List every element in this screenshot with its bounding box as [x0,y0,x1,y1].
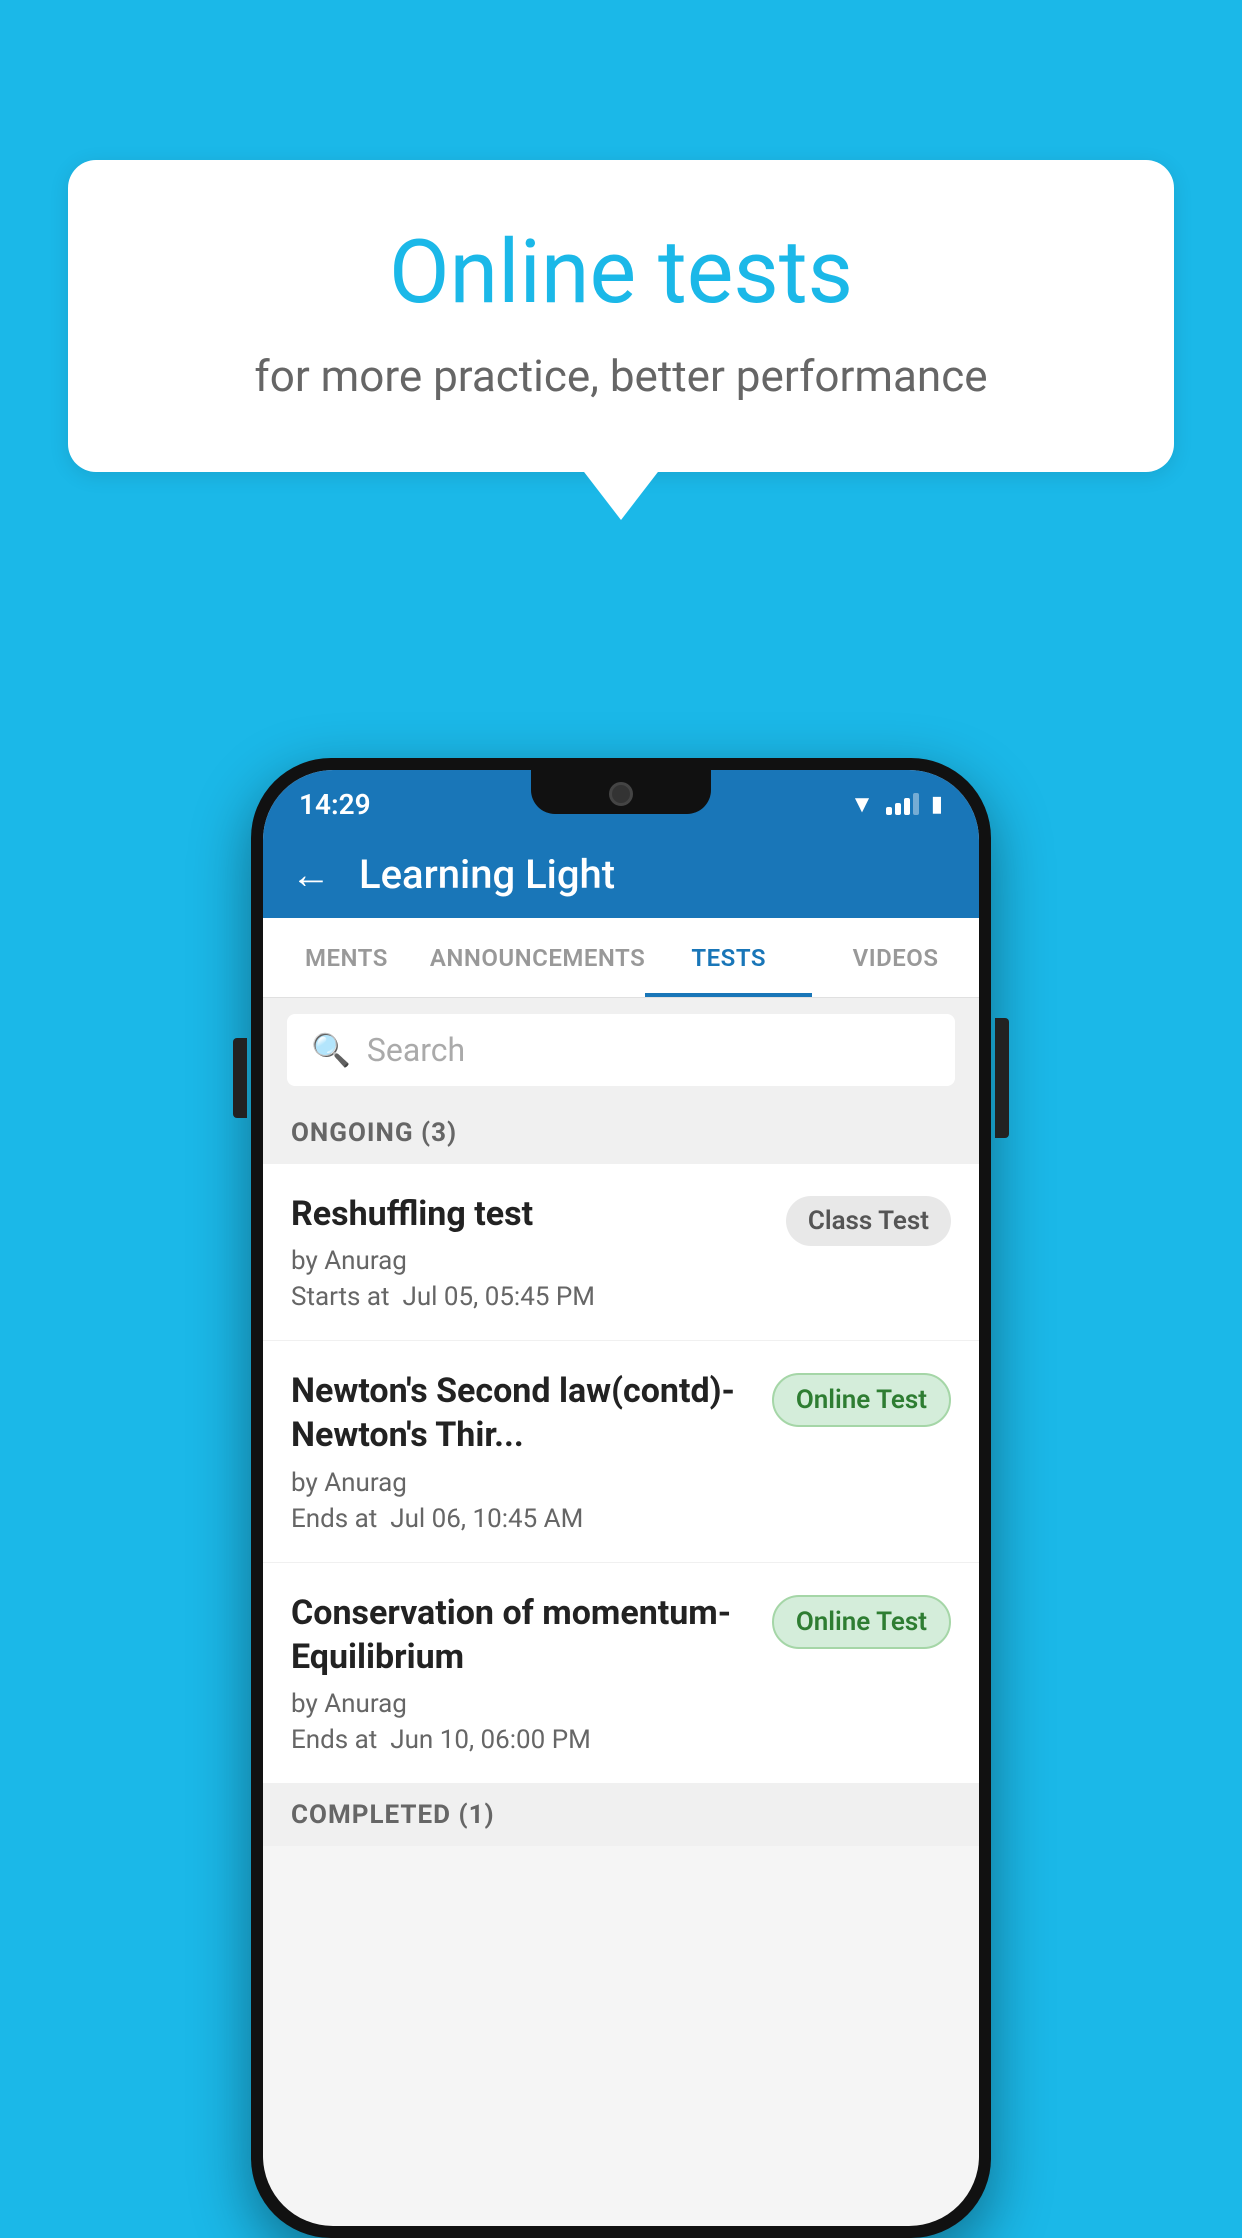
search-box[interactable]: 🔍 Search [287,1014,955,1086]
test-badge-conservation: Online Test [772,1595,951,1649]
signal-bar-1 [886,807,892,815]
test-item-conservation[interactable]: Conservation of momentum-Equilibrium by … [263,1563,979,1784]
test-name-newtons: Newton's Second law(contd)-Newton's Thir… [291,1369,752,1457]
phone-screen: 14:29 ▼ ▮ ← Learning Light MENTS [263,770,979,2226]
test-info-reshuffling: Reshuffling test by Anurag Starts at Jul… [291,1192,766,1312]
phone-notch [531,770,711,814]
app-title: Learning Light [359,851,615,898]
speech-bubble: Online tests for more practice, better p… [68,160,1174,472]
test-badge-newtons: Online Test [772,1373,951,1427]
signal-bar-2 [895,803,901,815]
speech-bubble-container: Online tests for more practice, better p… [68,160,1174,472]
search-input[interactable]: Search [367,1031,465,1069]
phone-frame: 14:29 ▼ ▮ ← Learning Light MENTS [251,758,991,2238]
tab-tests[interactable]: TESTS [645,918,812,997]
status-icons: ▼ ▮ [850,790,943,819]
test-time-reshuffling: Starts at Jul 05, 05:45 PM [291,1282,766,1312]
test-time-conservation: Ends at Jun 10, 06:00 PM [291,1725,752,1755]
test-name-reshuffling: Reshuffling test [291,1192,766,1236]
phone-camera [609,782,633,806]
search-icon: 🔍 [311,1031,351,1069]
speech-bubble-title: Online tests [148,220,1094,326]
phone-side-button-right [995,1018,1009,1138]
signal-bar-3 [904,798,910,815]
tab-ments[interactable]: MENTS [263,918,430,997]
app-bar: ← Learning Light [263,830,979,918]
tab-videos[interactable]: VIDEOS [812,918,979,997]
test-author-reshuffling: by Anurag [291,1246,766,1276]
test-info-newtons: Newton's Second law(contd)-Newton's Thir… [291,1369,752,1533]
test-author-newtons: by Anurag [291,1468,752,1498]
test-time-newtons: Ends at Jul 06, 10:45 AM [291,1504,752,1534]
test-badge-reshuffling: Class Test [786,1196,951,1246]
section-completed-header: COMPLETED (1) [263,1784,979,1846]
signal-bar-4 [913,793,919,815]
test-item-newtons[interactable]: Newton's Second law(contd)-Newton's Thir… [263,1341,979,1562]
section-ongoing-header: ONGOING (3) [263,1102,979,1164]
test-info-conservation: Conservation of momentum-Equilibrium by … [291,1591,752,1755]
tabs-bar: MENTS ANNOUNCEMENTS TESTS VIDEOS [263,918,979,998]
phone-side-button-left [233,1038,247,1118]
wifi-icon: ▼ [850,790,874,819]
speech-bubble-subtitle: for more practice, better performance [148,350,1094,402]
status-time: 14:29 [299,788,371,821]
test-item-reshuffling[interactable]: Reshuffling test by Anurag Starts at Jul… [263,1164,979,1341]
battery-icon: ▮ [931,792,943,817]
test-author-conservation: by Anurag [291,1689,752,1719]
test-name-conservation: Conservation of momentum-Equilibrium [291,1591,752,1679]
back-button[interactable]: ← [291,851,331,898]
signal-bars [886,793,919,815]
search-container: 🔍 Search [263,998,979,1102]
tab-announcements[interactable]: ANNOUNCEMENTS [430,918,645,997]
